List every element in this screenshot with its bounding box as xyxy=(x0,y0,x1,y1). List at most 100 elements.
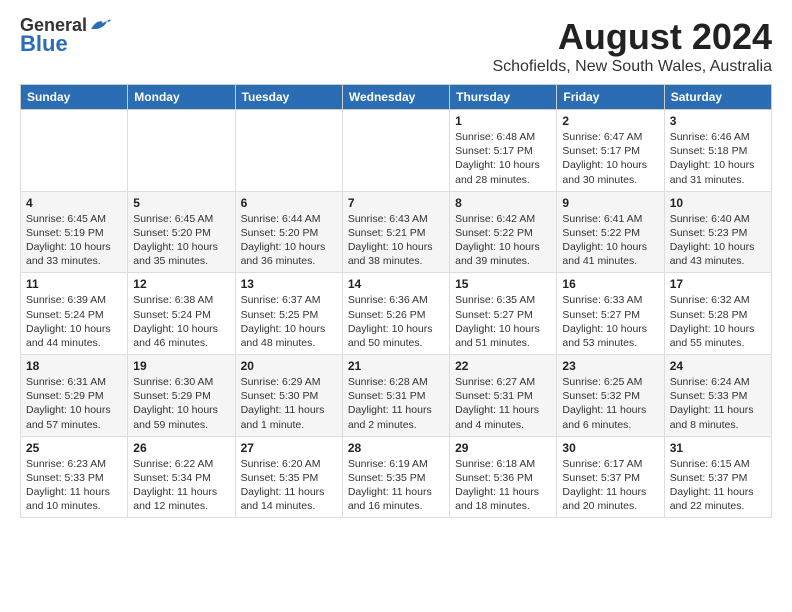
calendar-cell: 29Sunrise: 6:18 AM Sunset: 5:36 PM Dayli… xyxy=(450,436,557,518)
weekday-header-saturday: Saturday xyxy=(664,85,771,110)
day-number: 10 xyxy=(670,196,766,210)
calendar-cell: 2 Sunrise: 6:47 AM Sunset: 5:17 PM Daylig… xyxy=(557,110,664,192)
day-number: 21 xyxy=(348,359,444,373)
day-info: Sunrise: 6:36 AM Sunset: 5:26 PM Dayligh… xyxy=(348,293,444,350)
calendar-cell: 30Sunrise: 6:17 AM Sunset: 5:37 PM Dayli… xyxy=(557,436,664,518)
day-info: Sunrise: 6:37 AM Sunset: 5:25 PM Dayligh… xyxy=(241,293,337,350)
day-number: 17 xyxy=(670,277,766,291)
day-info: Sunrise: 6:42 AM Sunset: 5:22 PM Dayligh… xyxy=(455,212,551,269)
calendar-header: SundayMondayTuesdayWednesdayThursdayFrid… xyxy=(21,85,772,110)
day-info: Sunrise: 6:47 AM Sunset: 5:17 PM Dayligh… xyxy=(562,130,658,187)
day-info: Sunrise: 6:20 AM Sunset: 5:35 PM Dayligh… xyxy=(241,457,337,514)
calendar-cell: 21 Sunrise: 6:28 AM Sunset: 5:31 PM Dayli… xyxy=(342,355,449,437)
day-number: 31 xyxy=(670,441,766,455)
day-info: Sunrise: 6:38 AM Sunset: 5:24 PM Dayligh… xyxy=(133,293,229,350)
day-info: Sunrise: 6:19 AM Sunset: 5:35 PM Dayligh… xyxy=(348,457,444,514)
calendar-cell: 27 Sunrise: 6:20 AM Sunset: 5:35 PM Dayli… xyxy=(235,436,342,518)
day-info: Sunrise: 6:45 AM Sunset: 5:19 PM Dayligh… xyxy=(26,212,122,269)
day-number: 30 xyxy=(562,441,658,455)
day-info: Sunrise: 6:41 AM Sunset: 5:22 PM Dayligh… xyxy=(562,212,658,269)
calendar-week-3: 11 Sunrise: 6:39 AM Sunset: 5:24 PM Dayli… xyxy=(21,273,772,355)
calendar-cell: 28 Sunrise: 6:19 AM Sunset: 5:35 PM Dayli… xyxy=(342,436,449,518)
calendar-week-2: 4 Sunrise: 6:45 AM Sunset: 5:19 PM Daylig… xyxy=(21,191,772,273)
weekday-header-thursday: Thursday xyxy=(450,85,557,110)
calendar-cell: 17Sunrise: 6:32 AM Sunset: 5:28 PM Dayli… xyxy=(664,273,771,355)
calendar-cell: 9 Sunrise: 6:41 AM Sunset: 5:22 PM Daylig… xyxy=(557,191,664,273)
calendar-cell: 25 Sunrise: 6:23 AM Sunset: 5:33 PM Dayli… xyxy=(21,436,128,518)
calendar-cell: 22 Sunrise: 6:27 AM Sunset: 5:31 PM Dayli… xyxy=(450,355,557,437)
day-info: Sunrise: 6:27 AM Sunset: 5:31 PM Dayligh… xyxy=(455,375,551,432)
day-info: Sunrise: 6:40 AM Sunset: 5:23 PM Dayligh… xyxy=(670,212,766,269)
day-info: Sunrise: 6:45 AM Sunset: 5:20 PM Dayligh… xyxy=(133,212,229,269)
calendar-week-4: 18 Sunrise: 6:31 AM Sunset: 5:29 PM Dayli… xyxy=(21,355,772,437)
calendar-cell: 13 Sunrise: 6:37 AM Sunset: 5:25 PM Dayli… xyxy=(235,273,342,355)
title-section: August 2024 Schofields, New South Wales,… xyxy=(492,16,772,76)
calendar-cell: 5 Sunrise: 6:45 AM Sunset: 5:20 PM Daylig… xyxy=(128,191,235,273)
day-number: 29 xyxy=(455,441,551,455)
calendar-week-1: 1 Sunrise: 6:48 AM Sunset: 5:17 PM Daylig… xyxy=(21,110,772,192)
day-number: 25 xyxy=(26,441,122,455)
day-info: Sunrise: 6:25 AM Sunset: 5:32 PM Dayligh… xyxy=(562,375,658,432)
day-number: 2 xyxy=(562,114,658,128)
day-info: Sunrise: 6:44 AM Sunset: 5:20 PM Dayligh… xyxy=(241,212,337,269)
day-number: 8 xyxy=(455,196,551,210)
day-number: 13 xyxy=(241,277,337,291)
calendar-cell xyxy=(235,110,342,192)
calendar-cell: 16 Sunrise: 6:33 AM Sunset: 5:27 PM Dayli… xyxy=(557,273,664,355)
calendar-cell: 24 Sunrise: 6:24 AM Sunset: 5:33 PM Dayli… xyxy=(664,355,771,437)
logo: General Blue xyxy=(20,16,111,56)
day-info: Sunrise: 6:33 AM Sunset: 5:27 PM Dayligh… xyxy=(562,293,658,350)
day-number: 14 xyxy=(348,277,444,291)
day-number: 18 xyxy=(26,359,122,373)
calendar-cell: 11 Sunrise: 6:39 AM Sunset: 5:24 PM Dayli… xyxy=(21,273,128,355)
day-info: Sunrise: 6:35 AM Sunset: 5:27 PM Dayligh… xyxy=(455,293,551,350)
calendar-cell: 19Sunrise: 6:30 AM Sunset: 5:29 PM Dayli… xyxy=(128,355,235,437)
calendar-cell: 15 Sunrise: 6:35 AM Sunset: 5:27 PM Dayli… xyxy=(450,273,557,355)
calendar-table: SundayMondayTuesdayWednesdayThursdayFrid… xyxy=(20,84,772,518)
day-info: Sunrise: 6:31 AM Sunset: 5:29 PM Dayligh… xyxy=(26,375,122,432)
weekday-header-friday: Friday xyxy=(557,85,664,110)
day-info: Sunrise: 6:23 AM Sunset: 5:33 PM Dayligh… xyxy=(26,457,122,514)
day-info: Sunrise: 6:43 AM Sunset: 5:21 PM Dayligh… xyxy=(348,212,444,269)
calendar-cell: 1 Sunrise: 6:48 AM Sunset: 5:17 PM Daylig… xyxy=(450,110,557,192)
page-header: General Blue August 2024 Schofields, New… xyxy=(20,16,772,76)
logo-bird-icon xyxy=(89,17,111,33)
day-number: 22 xyxy=(455,359,551,373)
calendar-cell: 6 Sunrise: 6:44 AM Sunset: 5:20 PM Daylig… xyxy=(235,191,342,273)
day-info: Sunrise: 6:28 AM Sunset: 5:31 PM Dayligh… xyxy=(348,375,444,432)
day-info: Sunrise: 6:39 AM Sunset: 5:24 PM Dayligh… xyxy=(26,293,122,350)
day-number: 9 xyxy=(562,196,658,210)
day-number: 24 xyxy=(670,359,766,373)
day-number: 27 xyxy=(241,441,337,455)
calendar-cell: 18 Sunrise: 6:31 AM Sunset: 5:29 PM Dayli… xyxy=(21,355,128,437)
weekday-header-sunday: Sunday xyxy=(21,85,128,110)
calendar-cell: 4 Sunrise: 6:45 AM Sunset: 5:19 PM Daylig… xyxy=(21,191,128,273)
day-number: 4 xyxy=(26,196,122,210)
day-number: 11 xyxy=(26,277,122,291)
day-info: Sunrise: 6:46 AM Sunset: 5:18 PM Dayligh… xyxy=(670,130,766,187)
day-number: 19 xyxy=(133,359,229,373)
calendar-body: 1 Sunrise: 6:48 AM Sunset: 5:17 PM Daylig… xyxy=(21,110,772,518)
day-info: Sunrise: 6:24 AM Sunset: 5:33 PM Dayligh… xyxy=(670,375,766,432)
weekday-header-tuesday: Tuesday xyxy=(235,85,342,110)
day-info: Sunrise: 6:48 AM Sunset: 5:17 PM Dayligh… xyxy=(455,130,551,187)
day-number: 6 xyxy=(241,196,337,210)
weekday-header-wednesday: Wednesday xyxy=(342,85,449,110)
day-number: 3 xyxy=(670,114,766,128)
calendar-cell: 3 Sunrise: 6:46 AM Sunset: 5:18 PM Daylig… xyxy=(664,110,771,192)
day-info: Sunrise: 6:15 AM Sunset: 5:37 PM Dayligh… xyxy=(670,457,766,514)
calendar-cell xyxy=(128,110,235,192)
calendar-week-5: 25 Sunrise: 6:23 AM Sunset: 5:33 PM Dayli… xyxy=(21,436,772,518)
day-number: 1 xyxy=(455,114,551,128)
day-info: Sunrise: 6:29 AM Sunset: 5:30 PM Dayligh… xyxy=(241,375,337,432)
day-number: 15 xyxy=(455,277,551,291)
calendar-cell: 12 Sunrise: 6:38 AM Sunset: 5:24 PM Dayli… xyxy=(128,273,235,355)
day-number: 23 xyxy=(562,359,658,373)
day-number: 5 xyxy=(133,196,229,210)
day-number: 28 xyxy=(348,441,444,455)
day-number: 16 xyxy=(562,277,658,291)
calendar-cell xyxy=(342,110,449,192)
day-info: Sunrise: 6:22 AM Sunset: 5:34 PM Dayligh… xyxy=(133,457,229,514)
calendar-cell: 23 Sunrise: 6:25 AM Sunset: 5:32 PM Dayli… xyxy=(557,355,664,437)
day-number: 12 xyxy=(133,277,229,291)
